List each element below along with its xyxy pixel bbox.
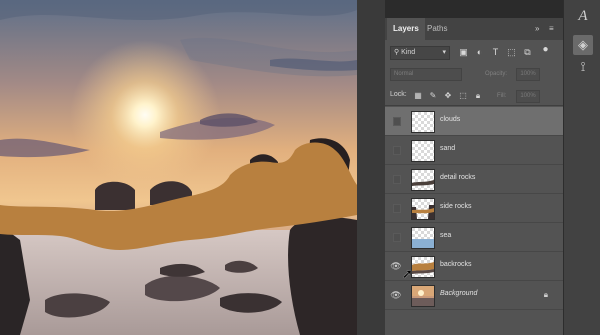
shape-filter-icon[interactable]: ⬚ (506, 47, 517, 58)
layer-thumbnail (411, 111, 435, 133)
layer-name[interactable]: backrocks (440, 261, 472, 268)
lock-position-icon[interactable]: ✥ (443, 91, 453, 101)
search-icon: ⚲ (394, 49, 400, 56)
layer-name[interactable]: detail rocks (440, 174, 475, 181)
lock-bar: Lock: ▦ ✎ ✥ ⬚ 🔒︎ Fill: 100% (385, 89, 563, 106)
eye-icon[interactable]: 👁︎ (390, 260, 402, 272)
layer-thumbnail (411, 285, 435, 307)
layer-name[interactable]: side rocks (440, 203, 472, 210)
fill-label: Fill: (497, 93, 507, 99)
layer-row-sand[interactable]: sand (385, 136, 563, 165)
lock-artboard-icon[interactable]: ⬚ (458, 91, 468, 101)
layer-thumbnail (411, 198, 435, 220)
fill-field[interactable]: 100% (516, 90, 540, 103)
lock-all-icon[interactable]: 🔒︎ (473, 91, 483, 101)
tab-layers[interactable]: Layers (387, 18, 425, 40)
layers-panel: Layers Paths » ≡ ⚲ Kind ▾ ▣ ◐ T ⬚ ⧉ ● No… (385, 18, 563, 335)
layer-name[interactable]: sea (440, 232, 451, 239)
pointer-cursor-icon: ➚ (402, 266, 413, 281)
chevron-down-icon: ▾ (442, 49, 446, 56)
lock-paint-icon[interactable]: ✎ (428, 91, 438, 101)
panel-tabs: Layers Paths » ≡ (385, 18, 563, 40)
panel-menu-icon[interactable]: ≡ (549, 24, 554, 33)
layer-name[interactable]: clouds (440, 116, 460, 123)
opacity-field[interactable]: 100% (516, 68, 540, 81)
visibility-toggle[interactable] (393, 175, 401, 184)
layer-thumbnail (411, 256, 435, 278)
filter-kind-label: Kind (401, 49, 416, 56)
lock-transparency-icon[interactable]: ▦ (413, 91, 423, 101)
blend-mode-dropdown[interactable]: Normal (390, 68, 462, 81)
blend-bar: Normal Opacity: 100% (385, 67, 563, 83)
filter-toggle-icon[interactable]: ● (540, 44, 551, 55)
layer-row-detail-rocks[interactable]: detail rocks (385, 165, 563, 194)
visibility-toggle[interactable] (393, 204, 401, 213)
visibility-toggle[interactable] (393, 146, 401, 155)
layer-row-background[interactable]: 👁︎ Background 🔒︎ (385, 281, 563, 310)
layers-icon[interactable]: ◈ (573, 35, 593, 55)
character-icon[interactable]: A (573, 6, 593, 26)
panel-dock: A ◈ ⟟ (563, 0, 600, 335)
layer-thumbnail (411, 140, 435, 162)
canvas-panel-gutter (357, 0, 385, 335)
layer-thumbnail (411, 169, 435, 191)
canvas-image (0, 0, 357, 335)
eye-icon[interactable]: 👁︎ (390, 289, 402, 301)
layer-row-clouds[interactable]: clouds (385, 107, 563, 136)
layer-thumbnail (411, 227, 435, 249)
layer-row-side-rocks[interactable]: side rocks (385, 194, 563, 223)
smart-object-filter-icon[interactable]: ⧉ (522, 47, 533, 58)
layer-row-sea[interactable]: sea (385, 223, 563, 252)
adjustment-filter-icon[interactable]: ◐ (474, 47, 485, 58)
layer-name[interactable]: sand (440, 145, 455, 152)
layer-name[interactable]: Background (440, 290, 477, 297)
paths-icon[interactable]: ⟟ (573, 57, 593, 77)
type-filter-icon[interactable]: T (490, 47, 501, 58)
visibility-toggle[interactable] (393, 117, 401, 126)
pixel-filter-icon[interactable]: ▣ (458, 47, 469, 58)
visibility-toggle[interactable] (393, 233, 401, 242)
filter-kind-dropdown[interactable]: ⚲ Kind ▾ (390, 46, 450, 60)
tab-paths[interactable]: Paths (421, 18, 453, 40)
document-canvas[interactable] (0, 0, 357, 335)
lock-icon: 🔒︎ (543, 290, 548, 299)
blend-mode-value: Normal (394, 71, 414, 77)
filter-bar: ⚲ Kind ▾ ▣ ◐ T ⬚ ⧉ ● (385, 44, 563, 62)
opacity-label: Opacity: (485, 71, 508, 77)
collapse-icon[interactable]: » (535, 24, 539, 33)
lock-label: Lock: (390, 91, 407, 98)
